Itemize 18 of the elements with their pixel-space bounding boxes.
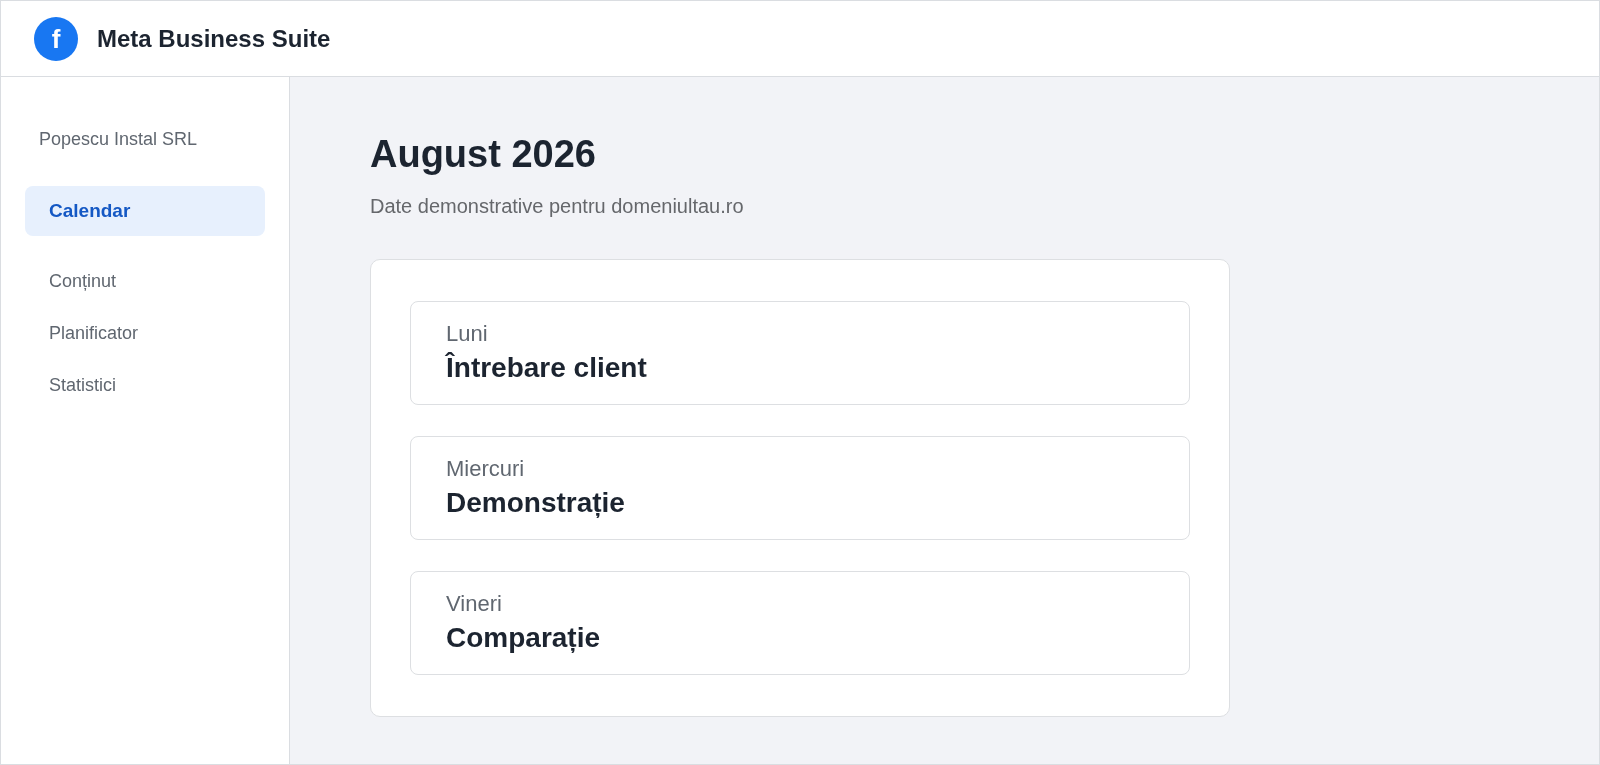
event-title: Demonstrație [446,486,626,520]
event-card[interactable]: Luni Întrebare client [410,301,1190,405]
logo-icon: f [34,16,78,61]
event-title: Comparație [446,621,602,655]
sidebar-item[interactable]: Calendar [25,186,265,236]
account-name: Popescu Instal SRL [38,128,199,150]
app-title: Meta Business Suite [97,24,331,53]
event-day: Miercuri [446,456,1154,482]
page-subtitle: Date demonstrative pentru domeniultau.ro [370,194,744,218]
event-title: Întrebare client [446,351,648,385]
event-day: Vineri [446,591,1154,617]
sidebar-item[interactable]: Statistici [25,360,265,410]
sidebar-item[interactable]: Planificator [25,308,265,358]
sidebar-item[interactable]: Conținut [25,256,265,306]
event-card[interactable]: Vineri Comparație [410,571,1190,675]
event-card[interactable]: Miercuri Demonstrație [410,436,1190,540]
page-title: August 2026 [370,132,596,177]
event-day: Luni [446,321,1154,347]
